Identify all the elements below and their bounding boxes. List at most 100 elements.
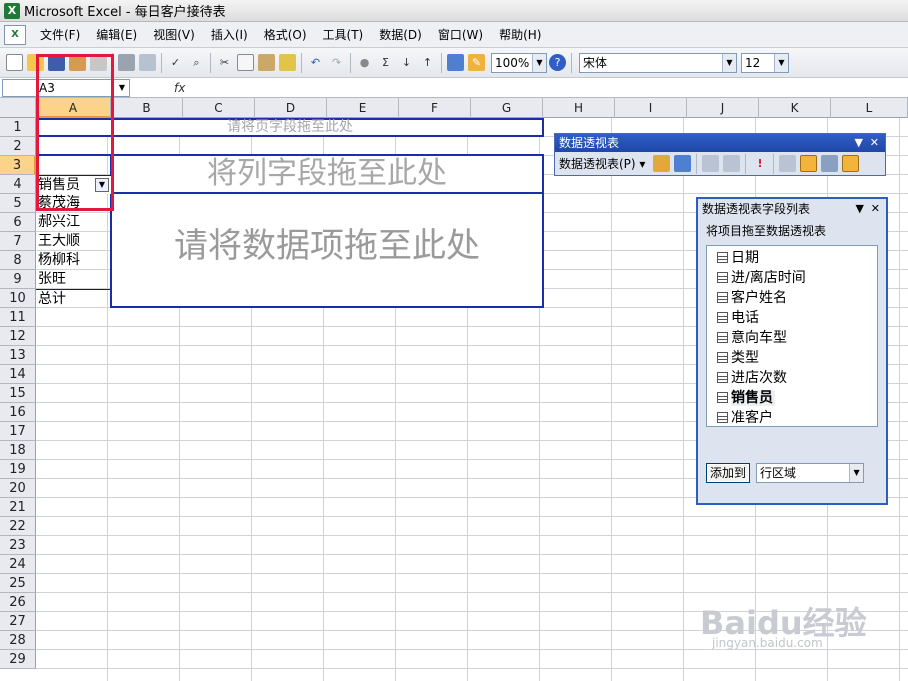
chart-icon[interactable] [674,155,692,172]
row-header[interactable]: 10 [0,289,36,308]
menu-view[interactable]: 视图(V) [145,23,203,47]
field-item[interactable]: 日期 [707,248,877,268]
menu-format[interactable]: 格式(O) [256,23,315,47]
row-header[interactable]: 3 [0,156,36,175]
format-report-icon[interactable] [653,155,671,172]
chevron-down-icon[interactable]: ▼ [849,464,864,482]
paste-icon[interactable] [258,54,275,71]
font-select[interactable]: 宋体 ▼ [579,52,737,73]
row-header[interactable]: 9 [0,270,36,289]
row-header[interactable]: 1 [0,118,36,137]
select-all-corner[interactable] [0,98,36,118]
column-field-drop-zone[interactable]: 将列字段拖至此处 [110,154,544,194]
toolbar-options-icon[interactable]: ▼ [855,134,863,152]
column-header[interactable]: D [255,98,327,118]
document-icon[interactable]: X [4,24,26,45]
row-item[interactable]: 王大顺 [36,232,80,251]
row-header[interactable]: 6 [0,213,36,232]
chevron-down-icon[interactable]: ▼ [722,53,736,72]
column-header[interactable]: G [471,98,543,118]
panel-options-icon[interactable]: ▼ [856,199,864,219]
sort-ascending-icon[interactable]: ↓ [398,54,415,71]
row-header[interactable]: 12 [0,327,36,346]
row-header[interactable]: 24 [0,555,36,574]
row-header[interactable]: 29 [0,650,36,669]
menu-help[interactable]: 帮助(H) [491,23,549,47]
field-item[interactable]: 客户姓名 [707,288,877,308]
row-header[interactable]: 20 [0,479,36,498]
hyperlink-icon[interactable]: ● [356,54,373,71]
help-icon[interactable]: ? [549,54,566,71]
grand-total-label[interactable]: 总计 [36,289,110,309]
row-header[interactable]: 21 [0,498,36,517]
close-icon[interactable]: ✕ [870,134,879,152]
row-header[interactable]: 23 [0,536,36,555]
row-header[interactable]: 11 [0,308,36,327]
cut-icon[interactable]: ✂ [216,54,233,71]
menu-insert[interactable]: 插入(I) [203,23,256,47]
sort-descending-icon[interactable]: ↑ [419,54,436,71]
chevron-down-icon[interactable]: ▼ [115,80,129,96]
area-select[interactable]: 行区域 ▼ [756,463,865,483]
row-header[interactable]: 17 [0,422,36,441]
column-header[interactable]: B [111,98,183,118]
show-detail-icon[interactable] [723,155,741,172]
row-header[interactable]: 22 [0,517,36,536]
menu-file[interactable]: 文件(F) [32,23,88,47]
row-item[interactable]: 郝兴江 [36,213,80,232]
column-header[interactable]: E [327,98,399,118]
include-hidden-icon[interactable] [779,155,797,172]
row-header[interactable]: 28 [0,631,36,650]
new-icon[interactable] [6,54,23,71]
field-item[interactable]: 进店次数 [707,368,877,388]
field-settings-icon[interactable] [821,155,839,172]
redo-icon[interactable]: ↷ [328,54,345,71]
column-header[interactable]: L [831,98,908,118]
hide-detail-icon[interactable] [702,155,720,172]
chevron-down-icon[interactable]: ▼ [532,53,546,72]
pivot-menu[interactable]: 数据透视表(P) ▾ [559,155,645,172]
insert-function-icon[interactable]: fx [174,81,185,95]
print-preview-icon[interactable] [139,54,156,71]
research-icon[interactable]: ⌕ [188,54,205,71]
row-header[interactable]: 18 [0,441,36,460]
drawing-icon[interactable]: ✎ [468,54,485,71]
row-header[interactable]: 19 [0,460,36,479]
row-header[interactable]: 15 [0,384,36,403]
print-icon[interactable] [118,54,135,71]
column-header[interactable]: F [399,98,471,118]
close-icon[interactable]: ✕ [871,199,880,219]
column-header[interactable]: H [543,98,615,118]
field-item[interactable]: 进/离店时间 [707,268,877,288]
refresh-icon[interactable]: ! [751,155,768,172]
row-header[interactable]: 27 [0,612,36,631]
row-header[interactable]: 13 [0,346,36,365]
font-size-select[interactable]: 12 ▼ [741,52,789,73]
row-header[interactable]: 2 [0,137,36,156]
column-header[interactable]: J [687,98,759,118]
add-to-button[interactable]: 添加到 [706,463,751,483]
chart-wizard-icon[interactable] [447,54,464,71]
field-item-active[interactable]: 销售员 [707,388,877,408]
row-header[interactable]: 5 [0,194,36,213]
row-header[interactable]: 4 [0,175,36,194]
menu-tools[interactable]: 工具(T) [315,23,372,47]
row-header[interactable]: 25 [0,574,36,593]
column-header[interactable]: C [183,98,255,118]
row-item[interactable]: 张旺 [36,270,66,289]
menu-data[interactable]: 数据(D) [371,23,430,47]
spelling-icon[interactable]: ✓ [167,54,184,71]
column-header[interactable]: I [615,98,687,118]
row-header[interactable]: 7 [0,232,36,251]
row-header[interactable]: 14 [0,365,36,384]
copy-icon[interactable] [237,54,254,71]
column-header[interactable]: K [759,98,831,118]
chevron-down-icon[interactable]: ▼ [774,53,788,72]
field-item[interactable]: 准客户 [707,408,877,428]
pivot-toolbar[interactable]: 数据透视表 ▼ ✕ 数据透视表(P) ▾ ! [554,133,886,176]
row-header[interactable]: 8 [0,251,36,270]
pivot-toolbar-title-bar[interactable]: 数据透视表 ▼ ✕ [555,134,885,152]
undo-icon[interactable]: ↶ [307,54,324,71]
data-drop-zone[interactable]: 请将数据项拖至此处 [110,192,544,308]
field-item[interactable]: 类型 [707,348,877,368]
